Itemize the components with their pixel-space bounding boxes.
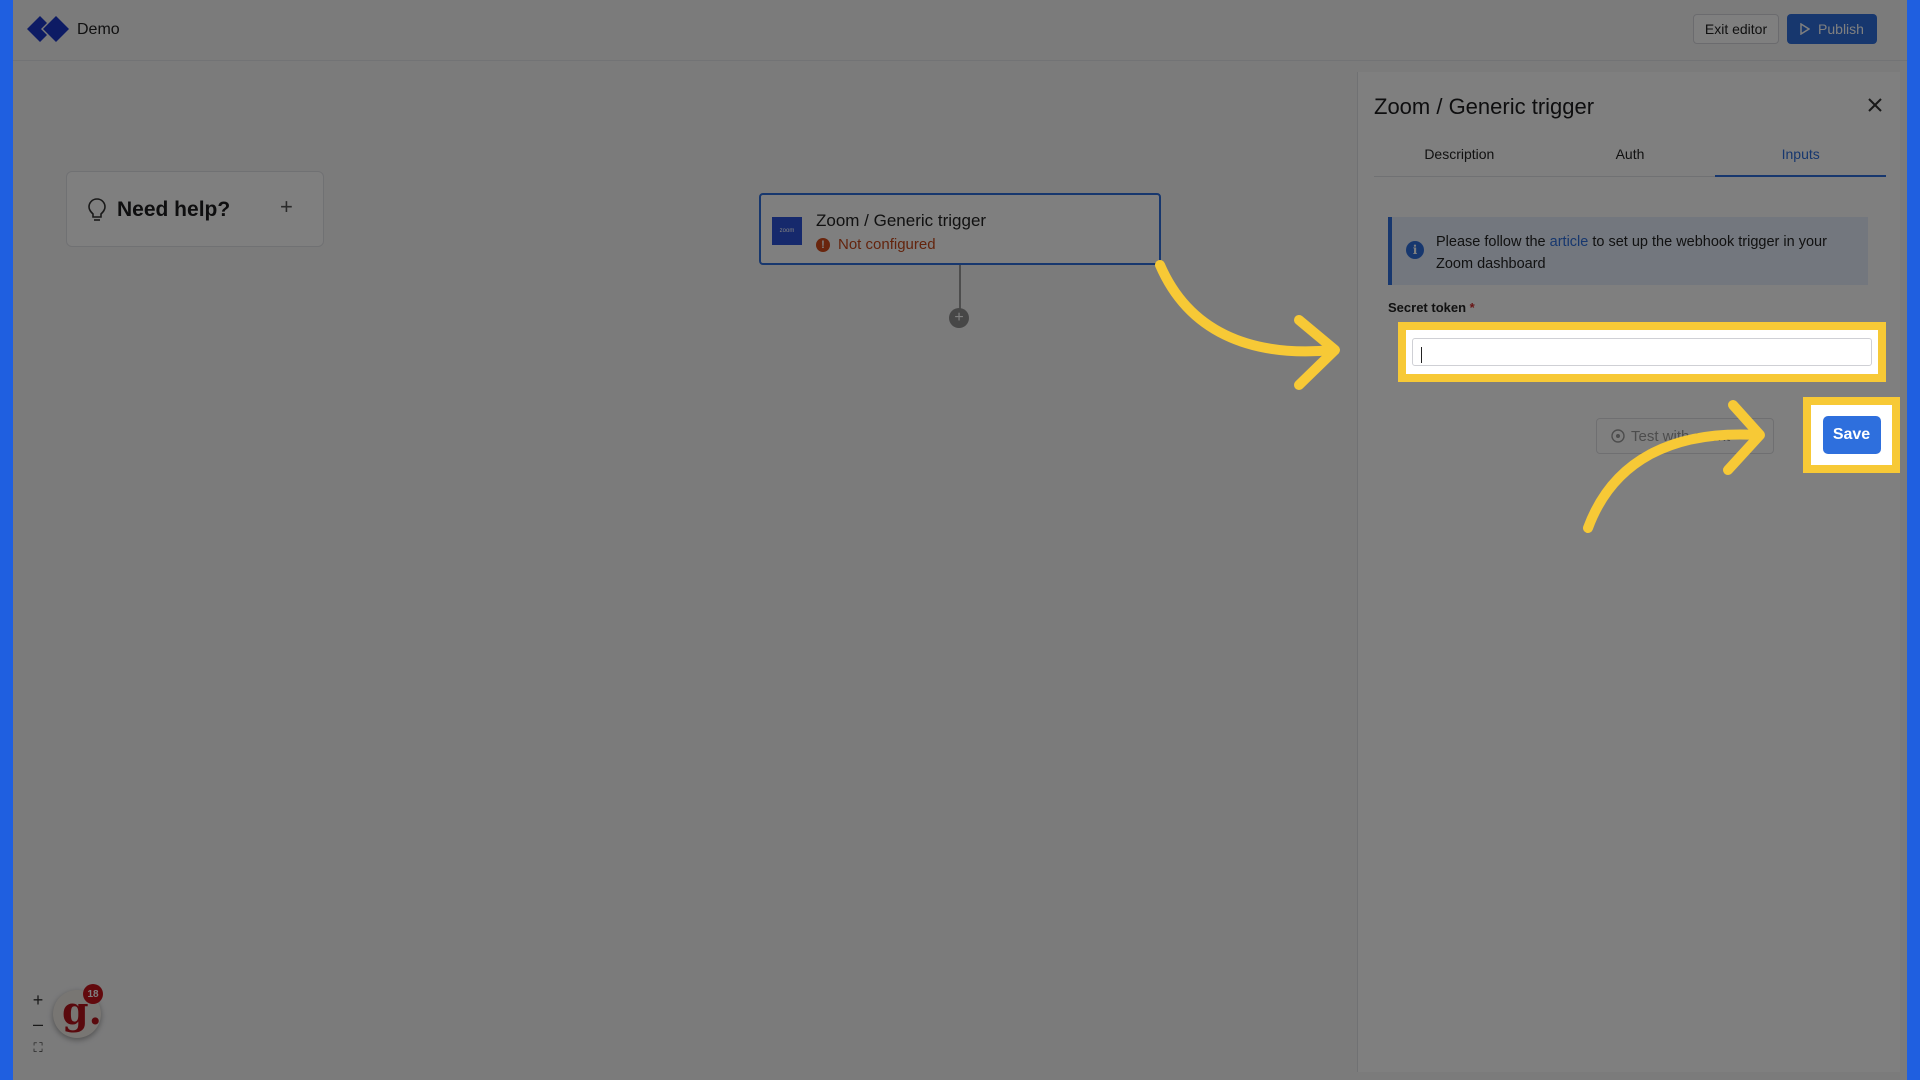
add-step-button[interactable]: +: [949, 308, 969, 328]
guidde-badge[interactable]: g. 18: [53, 984, 103, 1038]
need-help-card[interactable]: Need help? +: [66, 171, 324, 247]
zoom-in-button[interactable]: +: [25, 988, 51, 1012]
zoom-controls: + – ⛶: [25, 988, 51, 1060]
node-status-text: Not configured: [838, 236, 936, 253]
expand-help-icon[interactable]: +: [280, 194, 293, 220]
exit-editor-button[interactable]: Exit editor: [1693, 14, 1779, 44]
arrow-to-input-icon: [1155, 260, 1340, 390]
info-icon: i: [1406, 241, 1424, 259]
node-connector: [959, 265, 961, 311]
close-icon[interactable]: [1864, 94, 1886, 116]
highlighted-save-button[interactable]: Save: [1822, 416, 1881, 454]
publish-label: Publish: [1818, 21, 1864, 37]
secret-token-label: Secret token *: [1388, 300, 1475, 315]
lightbulb-icon: [88, 198, 106, 221]
test-with-event-button[interactable]: Test with event: [1596, 418, 1774, 454]
highlight-save[interactable]: Save: [1803, 397, 1900, 473]
secret-token-label-text: Secret token: [1388, 300, 1467, 315]
trigger-node[interactable]: zoom Zoom / Generic trigger ! Not config…: [759, 193, 1161, 265]
info-text: Please follow the article to set up the …: [1436, 231, 1856, 275]
tab-description[interactable]: Description: [1374, 132, 1545, 176]
need-help-title: Need help?: [117, 198, 231, 221]
publish-button[interactable]: Publish: [1787, 14, 1877, 44]
article-link[interactable]: article: [1550, 234, 1589, 250]
info-prefix: Please follow the: [1436, 234, 1550, 250]
test-label: Test with event: [1631, 427, 1731, 445]
zoom-out-button[interactable]: –: [25, 1012, 51, 1036]
fit-view-button[interactable]: ⛶: [25, 1036, 51, 1060]
workflow-editor: Demo Exit editor Publish Need help? + zo…: [13, 0, 1907, 1080]
config-panel: Zoom / Generic trigger Description Auth …: [1357, 72, 1900, 1072]
panel-title: Zoom / Generic trigger: [1374, 94, 1595, 119]
info-callout: i Please follow the article to set up th…: [1388, 217, 1868, 285]
zoom-logo-icon: zoom: [772, 217, 802, 245]
app-name: Demo: [77, 21, 120, 38]
highlight-secret-token[interactable]: [1398, 322, 1886, 382]
warning-icon: !: [816, 237, 830, 252]
app-logo-icon[interactable]: [27, 14, 71, 44]
text-cursor: [1421, 347, 1422, 363]
notification-count: 18: [83, 984, 103, 1004]
highlighted-token-input[interactable]: [1412, 338, 1872, 366]
test-icon: [1611, 429, 1625, 443]
panel-tabs: Description Auth Inputs: [1374, 132, 1886, 177]
node-title: Zoom / Generic trigger: [816, 211, 987, 230]
node-status: ! Not configured: [816, 236, 936, 253]
play-icon: [1800, 23, 1811, 35]
required-mark: *: [1469, 300, 1475, 315]
tab-auth[interactable]: Auth: [1545, 132, 1716, 176]
tab-inputs[interactable]: Inputs: [1715, 132, 1886, 177]
top-bar: Demo Exit editor Publish: [13, 0, 1907, 61]
